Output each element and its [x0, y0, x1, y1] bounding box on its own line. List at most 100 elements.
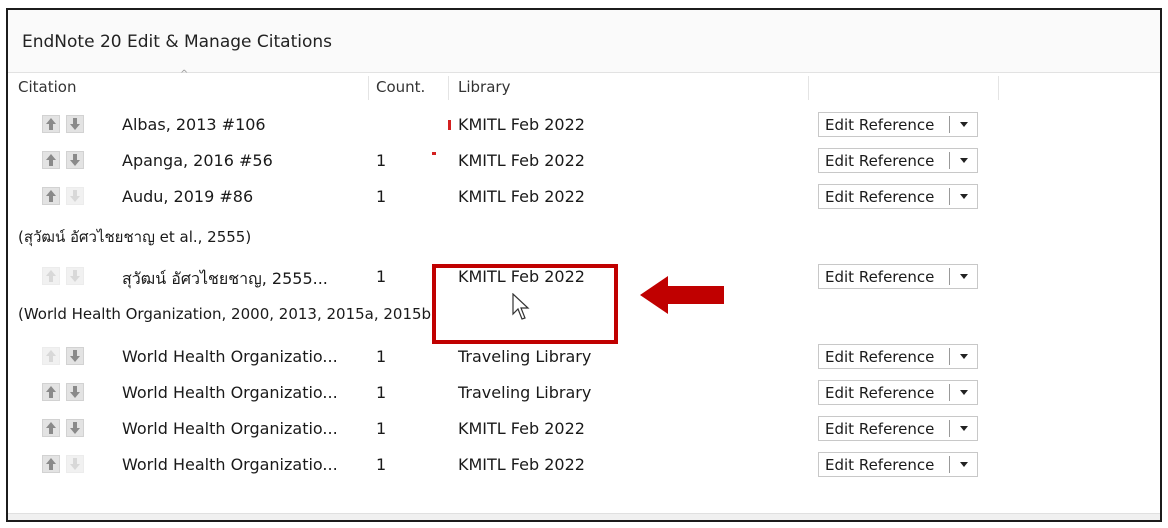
dropdown-button[interactable]	[950, 158, 977, 163]
library-name: KMITL Feb 2022	[458, 419, 585, 438]
move-down-button[interactable]	[66, 115, 84, 133]
move-down-button[interactable]	[66, 151, 84, 169]
down-arrow-icon	[70, 422, 80, 434]
citation-count: 1	[376, 267, 387, 286]
citation-text: Albas, 2013 #106	[122, 115, 266, 134]
triangle-down-icon	[959, 274, 968, 279]
window-title: EndNote 20 Edit & Manage Citations	[22, 32, 333, 52]
edit-reference-label: Edit Reference	[825, 187, 935, 206]
citation-count: 1	[376, 151, 387, 170]
edit-reference-button[interactable]: Edit Reference	[818, 452, 978, 477]
citation-group-label: (World Health Organization, 2000, 2013, …	[18, 305, 437, 323]
dropdown-button[interactable]	[950, 426, 977, 431]
citation-row[interactable]: World Health Organizatio... 1 Traveling …	[8, 339, 1160, 375]
move-down-button	[66, 455, 84, 473]
up-arrow-icon	[46, 350, 56, 362]
up-arrow-icon	[46, 118, 56, 130]
triangle-down-icon	[959, 462, 968, 467]
library-column-header[interactable]: Library	[458, 78, 510, 96]
citation-count: 1	[376, 419, 387, 438]
citation-text: World Health Organizatio...	[122, 347, 338, 366]
citation-row[interactable]: Albas, 2013 #106 KMITL Feb 2022 Edit Ref…	[8, 107, 1160, 143]
move-down-button[interactable]	[66, 383, 84, 401]
move-up-button	[42, 267, 60, 285]
edit-reference-label: Edit Reference	[825, 347, 935, 366]
move-up-button[interactable]	[42, 187, 60, 205]
column-divider[interactable]	[448, 76, 449, 100]
edit-reference-button[interactable]: Edit Reference	[818, 148, 978, 173]
down-arrow-icon	[70, 350, 80, 362]
library-name: KMITL Feb 2022	[458, 115, 585, 134]
move-down-button[interactable]	[66, 419, 84, 437]
move-up-button[interactable]	[42, 115, 60, 133]
dropdown-button[interactable]	[950, 122, 977, 127]
edit-reference-button[interactable]: Edit Reference	[818, 416, 978, 441]
down-arrow-icon	[70, 386, 80, 398]
column-divider[interactable]	[998, 76, 999, 100]
citation-row[interactable]: World Health Organizatio... 1 Traveling …	[8, 375, 1160, 411]
library-name: Traveling Library	[458, 347, 592, 366]
move-up-button[interactable]	[42, 151, 60, 169]
library-name: KMITL Feb 2022	[458, 151, 585, 170]
dropdown-button[interactable]	[950, 390, 977, 395]
citation-count: 1	[376, 187, 387, 206]
library-name: KMITL Feb 2022	[458, 187, 585, 206]
move-up-button[interactable]	[42, 383, 60, 401]
triangle-down-icon	[959, 390, 968, 395]
down-arrow-icon	[70, 458, 80, 470]
citation-text: World Health Organizatio...	[122, 383, 338, 402]
up-arrow-icon	[46, 154, 56, 166]
citation-text: World Health Organizatio...	[122, 419, 338, 438]
citation-text: สุวัฒน์ อัศวไชยชาญ, 2555...	[122, 269, 328, 288]
citation-count: 1	[376, 347, 387, 366]
move-down-button[interactable]	[66, 347, 84, 365]
edit-reference-button[interactable]: Edit Reference	[818, 380, 978, 405]
count-column-header[interactable]: Count.	[376, 78, 425, 96]
move-up-button	[42, 347, 60, 365]
move-down-button	[66, 267, 84, 285]
up-arrow-icon	[46, 422, 56, 434]
status-bar	[8, 513, 1160, 520]
column-divider[interactable]	[368, 76, 369, 100]
citation-row[interactable]: Audu, 2019 #86 1 KMITL Feb 2022 Edit Ref…	[8, 179, 1160, 215]
column-divider[interactable]	[808, 76, 809, 100]
dropdown-button[interactable]	[950, 354, 977, 359]
red-mark	[448, 120, 451, 130]
triangle-down-icon	[959, 194, 968, 199]
citation-row[interactable]: World Health Organizatio... 1 KMITL Feb …	[8, 447, 1160, 483]
edit-reference-button[interactable]: Edit Reference	[818, 184, 978, 209]
citation-column-header[interactable]: Citation	[18, 78, 76, 96]
dropdown-button[interactable]	[950, 274, 977, 279]
triangle-down-icon	[959, 354, 968, 359]
edit-reference-button[interactable]: Edit Reference	[818, 344, 978, 369]
edit-reference-button[interactable]: Edit Reference	[818, 264, 978, 289]
down-arrow-icon	[70, 118, 80, 130]
citation-row[interactable]: Apanga, 2016 #56 1 KMITL Feb 2022 Edit R…	[8, 143, 1160, 179]
edit-reference-label: Edit Reference	[825, 151, 935, 170]
edit-reference-label: Edit Reference	[825, 455, 935, 474]
triangle-down-icon	[959, 426, 968, 431]
citation-text: Audu, 2019 #86	[122, 187, 254, 206]
up-arrow-icon	[46, 190, 56, 202]
citation-row[interactable]: World Health Organizatio... 1 KMITL Feb …	[8, 411, 1160, 447]
citation-group-label: (สุวัฒน์ อัศวไชยชาญ et al., 2555)	[18, 228, 252, 246]
edit-reference-label: Edit Reference	[825, 419, 935, 438]
move-up-button[interactable]	[42, 419, 60, 437]
up-arrow-icon	[46, 458, 56, 470]
down-arrow-icon	[70, 270, 80, 282]
up-arrow-icon	[46, 270, 56, 282]
down-arrow-icon	[70, 154, 80, 166]
down-arrow-icon	[70, 190, 80, 202]
mouse-cursor-icon	[512, 293, 530, 320]
sort-ascending-icon: ^	[180, 69, 189, 80]
move-up-button[interactable]	[42, 455, 60, 473]
left-arrow-icon	[640, 276, 724, 314]
library-name: KMITL Feb 2022	[458, 455, 585, 474]
move-down-button	[66, 187, 84, 205]
dropdown-button[interactable]	[950, 462, 977, 467]
edit-reference-label: Edit Reference	[825, 115, 935, 134]
edit-reference-label: Edit Reference	[825, 383, 935, 402]
dropdown-button[interactable]	[950, 194, 977, 199]
edit-reference-button[interactable]: Edit Reference	[818, 112, 978, 137]
up-arrow-icon	[46, 386, 56, 398]
